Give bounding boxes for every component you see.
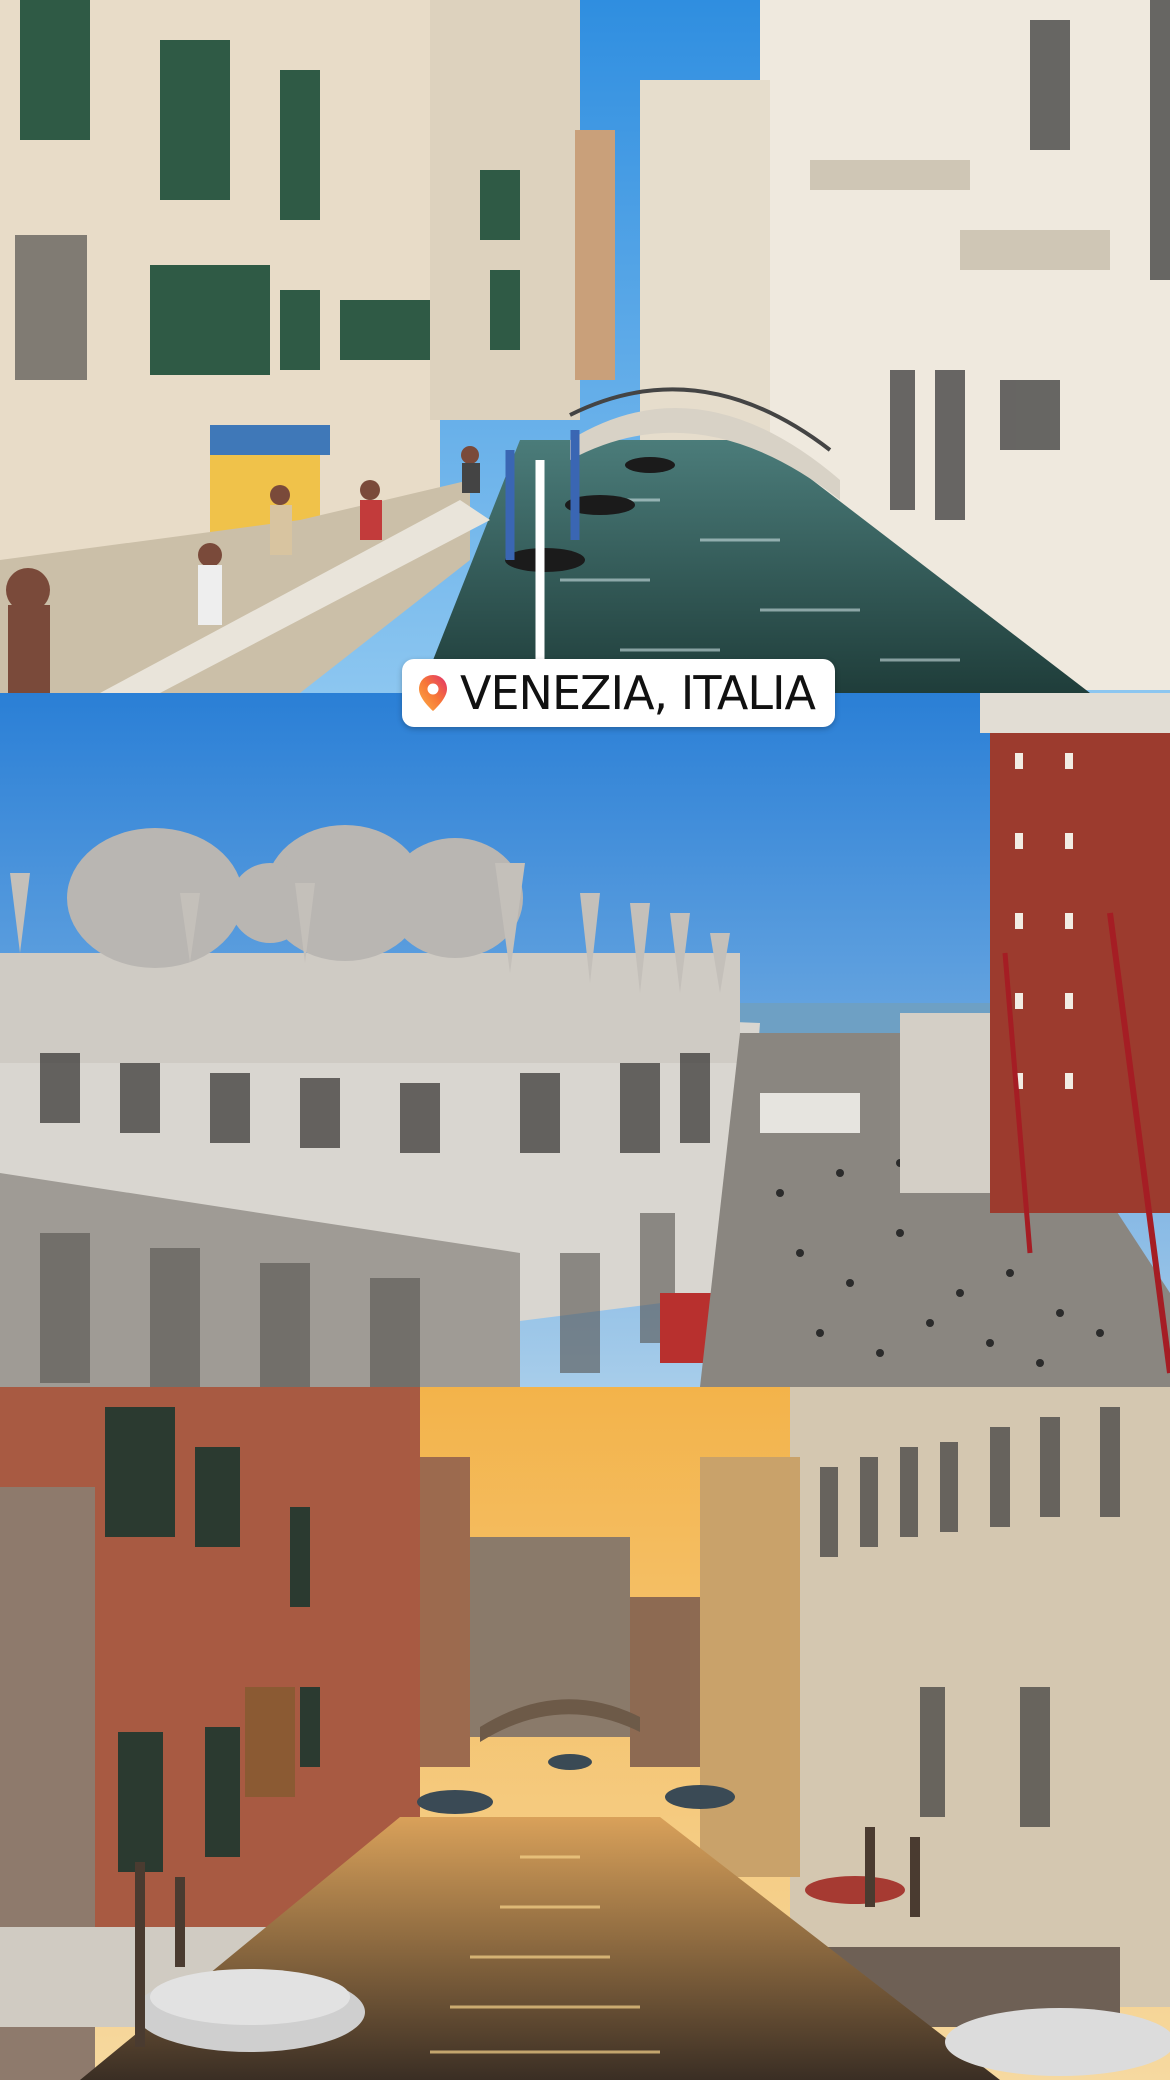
location-pin-icon	[419, 675, 447, 711]
location-sticker[interactable]: VENEZIA, ITALIA	[402, 659, 836, 727]
photo-piazza-san-marco	[0, 693, 1170, 1387]
photo-canal-sunset	[0, 1387, 1170, 2080]
photo-canal-bridge	[0, 0, 1170, 693]
location-label: VENEZIA, ITALIA	[460, 666, 816, 720]
piazza-san-marco-image	[0, 693, 1170, 1387]
canal-bridge-image	[0, 0, 1170, 693]
canal-sunset-image	[0, 1387, 1170, 2080]
